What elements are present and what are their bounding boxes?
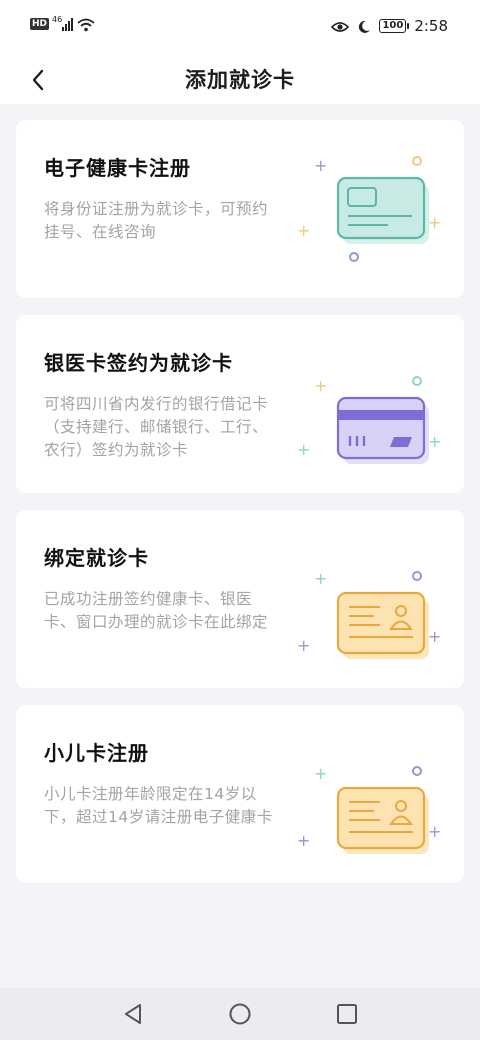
svg-text:+: + xyxy=(428,213,441,232)
svg-text:+: + xyxy=(428,627,441,646)
status-left: HD 46 xyxy=(30,15,95,32)
status-bar: HD 46 100 2:58 xyxy=(0,0,480,56)
hd-badge: HD xyxy=(30,18,50,30)
card-description: 已成功注册签约健康卡、银医卡、窗口办理的就诊卡在此绑定 xyxy=(44,590,269,631)
nav-recents-button[interactable] xyxy=(327,994,367,1034)
card-description: 将身份证注册为就诊卡，可预约挂号、在线咨询 xyxy=(44,200,269,241)
battery-icon: 100 xyxy=(379,19,410,33)
svg-text:+: + xyxy=(297,440,310,459)
svg-text:+: + xyxy=(428,822,441,841)
card-title: 绑定就诊卡 xyxy=(44,546,149,570)
svg-text:+: + xyxy=(297,831,310,850)
eye-icon xyxy=(331,19,350,33)
id-card-icon: + + + xyxy=(290,731,450,872)
back-triangle-icon xyxy=(122,1002,144,1026)
card-description: 可将四川省内发行的银行借记卡（支持建行、邮储银行、工行、农行）签约为就诊卡 xyxy=(44,395,269,459)
nav-home-button[interactable] xyxy=(220,994,260,1034)
card-bind-card[interactable]: 绑定就诊卡 已成功注册签约健康卡、银医卡、窗口办理的就诊卡在此绑定 + + + xyxy=(16,510,464,688)
card-title: 电子健康卡注册 xyxy=(44,156,191,180)
card-title: 银医卡签约为就诊卡 xyxy=(44,351,233,375)
card-title: 小儿卡注册 xyxy=(44,741,149,765)
card-child-card-register[interactable]: 小儿卡注册 小儿卡注册年龄限定在14岁以下，超过14岁请注册电子健康卡 + + … xyxy=(16,705,464,883)
system-nav-bar xyxy=(0,988,480,1040)
card-health-card-register[interactable]: 电子健康卡注册 将身份证注册为就诊卡，可预约挂号、在线咨询 + + + xyxy=(16,120,464,298)
svg-text:+: + xyxy=(314,569,327,588)
status-right: 100 2:58 xyxy=(331,17,448,35)
id-card-icon: + + + xyxy=(290,536,450,677)
recents-square-icon xyxy=(336,1003,358,1025)
moon-icon xyxy=(357,19,371,33)
wifi-icon xyxy=(77,17,95,32)
health-card-icon: + + + xyxy=(290,146,450,276)
bank-card-icon: + + + xyxy=(290,341,450,482)
signal-icon: 46 xyxy=(52,15,74,31)
svg-text:+: + xyxy=(297,221,310,240)
svg-text:+: + xyxy=(297,636,310,655)
status-time: 2:58 xyxy=(414,17,448,35)
svg-text:+: + xyxy=(314,764,327,783)
home-circle-icon xyxy=(228,1002,252,1026)
card-description: 小儿卡注册年龄限定在14岁以下，超过14岁请注册电子健康卡 xyxy=(44,785,273,826)
svg-text:+: + xyxy=(314,156,327,175)
svg-text:+: + xyxy=(314,376,327,395)
nav-back-button[interactable] xyxy=(113,994,153,1034)
svg-text:+: + xyxy=(428,432,441,451)
card-bank-card-sign[interactable]: 银医卡签约为就诊卡 可将四川省内发行的银行借记卡（支持建行、邮储银行、工行、农行… xyxy=(16,315,464,493)
app-header: 添加就诊卡 xyxy=(0,56,480,104)
page-title: 添加就诊卡 xyxy=(185,68,295,92)
